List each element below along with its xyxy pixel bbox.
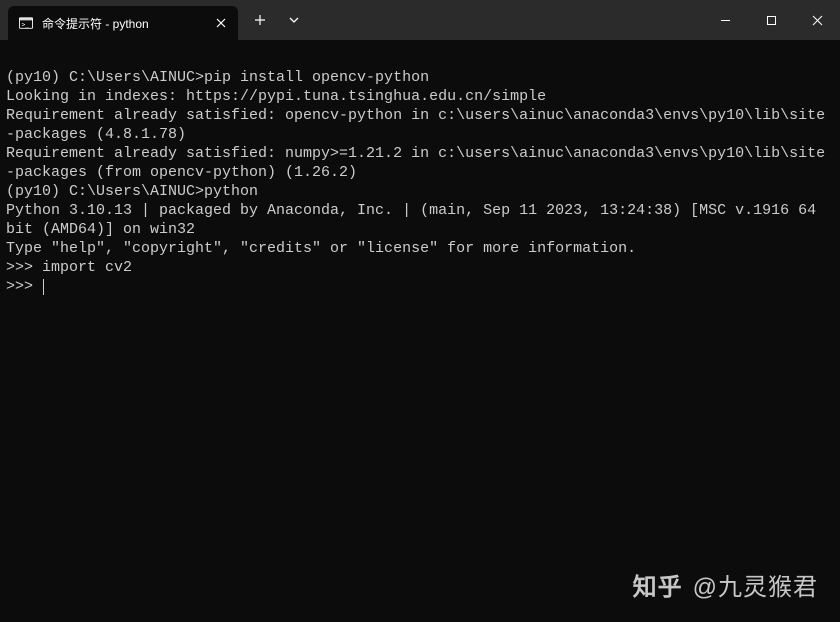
tab-title: 命令提示符 - python (42, 15, 204, 32)
terminal-line: Type "help", "copyright", "credits" or "… (6, 239, 834, 258)
svg-text:>_: >_ (22, 22, 30, 29)
terminal-line: >>> (6, 277, 834, 296)
terminal-line: >>> import cv2 (6, 258, 834, 277)
watermark: 知乎 @九灵猴君 (633, 567, 818, 602)
maximize-button[interactable] (748, 0, 794, 40)
minimize-button[interactable] (702, 0, 748, 40)
zhihu-logo-icon: 知乎 (633, 567, 683, 602)
terminal-line: Requirement already satisfied: numpy>=1.… (6, 144, 834, 182)
terminal-output[interactable]: (py10) C:\Users\AINUC>pip install opencv… (0, 40, 840, 302)
titlebar: >_ 命令提示符 - python (0, 0, 840, 40)
terminal-line: Python 3.10.13 | packaged by Anaconda, I… (6, 201, 834, 239)
close-button[interactable] (794, 0, 840, 40)
active-tab[interactable]: >_ 命令提示符 - python (8, 6, 238, 40)
terminal-line: (py10) C:\Users\AINUC>python (6, 182, 834, 201)
new-tab-button[interactable] (244, 4, 276, 36)
window-controls (702, 0, 840, 40)
cmd-icon: >_ (18, 15, 34, 31)
watermark-author: @九灵猴君 (693, 567, 818, 602)
terminal-line: Requirement already satisfied: opencv-py… (6, 106, 834, 144)
tab-actions (238, 0, 310, 40)
tab-dropdown-button[interactable] (278, 4, 310, 36)
terminal-line: Looking in indexes: https://pypi.tuna.ts… (6, 87, 834, 106)
titlebar-drag-area[interactable] (310, 0, 702, 40)
tab-close-button[interactable] (212, 14, 230, 32)
terminal-cursor (43, 279, 44, 295)
terminal-line: (py10) C:\Users\AINUC>pip install opencv… (6, 68, 834, 87)
